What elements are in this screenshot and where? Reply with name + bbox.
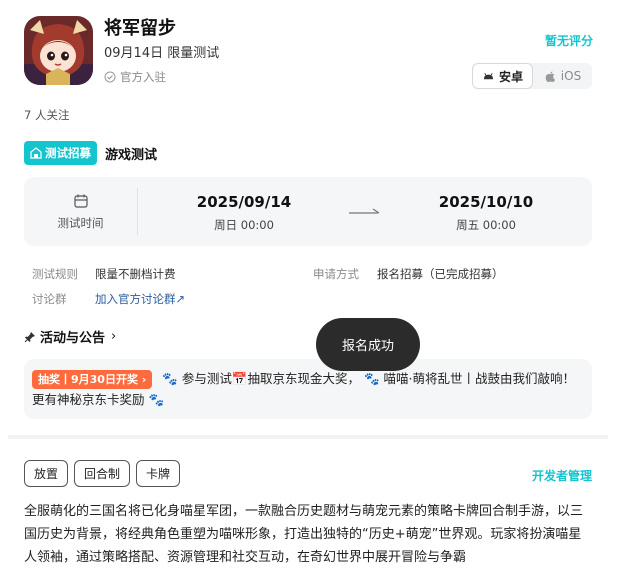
time-divider [137,188,138,235]
end-date-block: 2025/10/10 周五 00:00 [411,193,561,233]
rule-label: 测试规则 [32,267,78,281]
apply-value: 报名招募（已完成招募） [377,267,504,281]
start-date: 2025/09/14 [196,193,292,211]
end-date: 2025/10/10 [438,193,534,211]
recruit-icon [30,147,42,159]
join-group-link[interactable]: 加入官方讨论群↗ [95,291,185,307]
platform-android-label: 安卓 [498,69,523,84]
activity-section-title: 活动与公告 [40,331,106,346]
section-divider [8,435,608,439]
apple-icon [545,70,555,82]
official-badge: 官方入驻 [104,69,166,85]
rating-status: 暂无评分 [544,34,593,48]
activity-text-1: 参与测试 [181,371,232,386]
test-time-label-block: 测试时间 [24,177,137,246]
genre-tags: 放置 回合制 卡牌 [24,460,181,487]
game-title: 将军留步 [104,18,176,39]
test-time-card: 测试时间 2025/09/14 周日 00:00 2025/10/10 周五 0… [24,177,592,246]
platform-ios-button[interactable]: iOS [533,63,592,89]
calendar-icon [73,194,88,208]
test-recruit-label: 测试招募 [45,146,91,160]
paw-icon: 🐾 [162,371,178,386]
paw-icon: 🐾 [148,392,165,407]
genre-tag[interactable]: 回合制 [74,460,131,487]
toast-message: 报名成功 [316,318,420,371]
platform-switch: 安卓 iOS [472,63,592,89]
activity-section-header[interactable]: 活动与公告 › [24,327,116,346]
activity-card[interactable]: 抽奖丨9月30日开奖 › 🐾 参与测试📅抽取京东现金大奖， 🐾 喵喵·萌将乱世丨战… [24,359,592,419]
gift-icon: 📅 [231,371,248,386]
platform-android-button[interactable]: 安卓 [472,63,533,89]
arrow-right-icon [349,208,380,214]
test-time-label: 测试时间 [57,215,104,230]
chevron-right-icon: › [111,329,117,344]
game-description: 全服萌化的三国名将已化身喵星军团，一款融合历史题材与萌宠元素的策略卡牌回合制手游… [24,504,584,565]
paw-icon: 🐾 [363,371,380,386]
developer-manage-link[interactable]: 开发者管理 [532,467,592,484]
start-date-block: 2025/09/14 周日 00:00 [169,193,319,233]
test-section-title: 游戏测试 [105,147,158,163]
activity-text-2: 抽取京东现金大奖， [247,371,360,386]
genre-tag[interactable]: 卡牌 [136,460,181,487]
genre-tag[interactable]: 放置 [24,460,69,487]
group-label: 讨论群 [32,292,67,306]
end-weekday: 周五 00:00 [456,218,516,232]
test-header: 测试招募 游戏测试 [24,141,157,165]
start-weekday: 周日 00:00 [214,218,274,232]
apply-label: 申请方式 [313,267,359,281]
android-icon [483,72,494,79]
verified-icon [104,71,116,83]
official-label: 官方入驻 [120,70,166,84]
platform-ios-label: iOS [560,69,582,83]
lottery-tag[interactable]: 抽奖丨9月30日开奖 › [32,370,153,389]
pin-icon [24,331,35,342]
rule-value: 限量不删档计费 [95,267,176,281]
follower-count: 7 人关注 [24,108,70,122]
test-recruit-badge: 测试招募 [24,141,97,165]
test-date: 09月14日 限量测试 [104,46,220,61]
game-icon [24,16,93,85]
